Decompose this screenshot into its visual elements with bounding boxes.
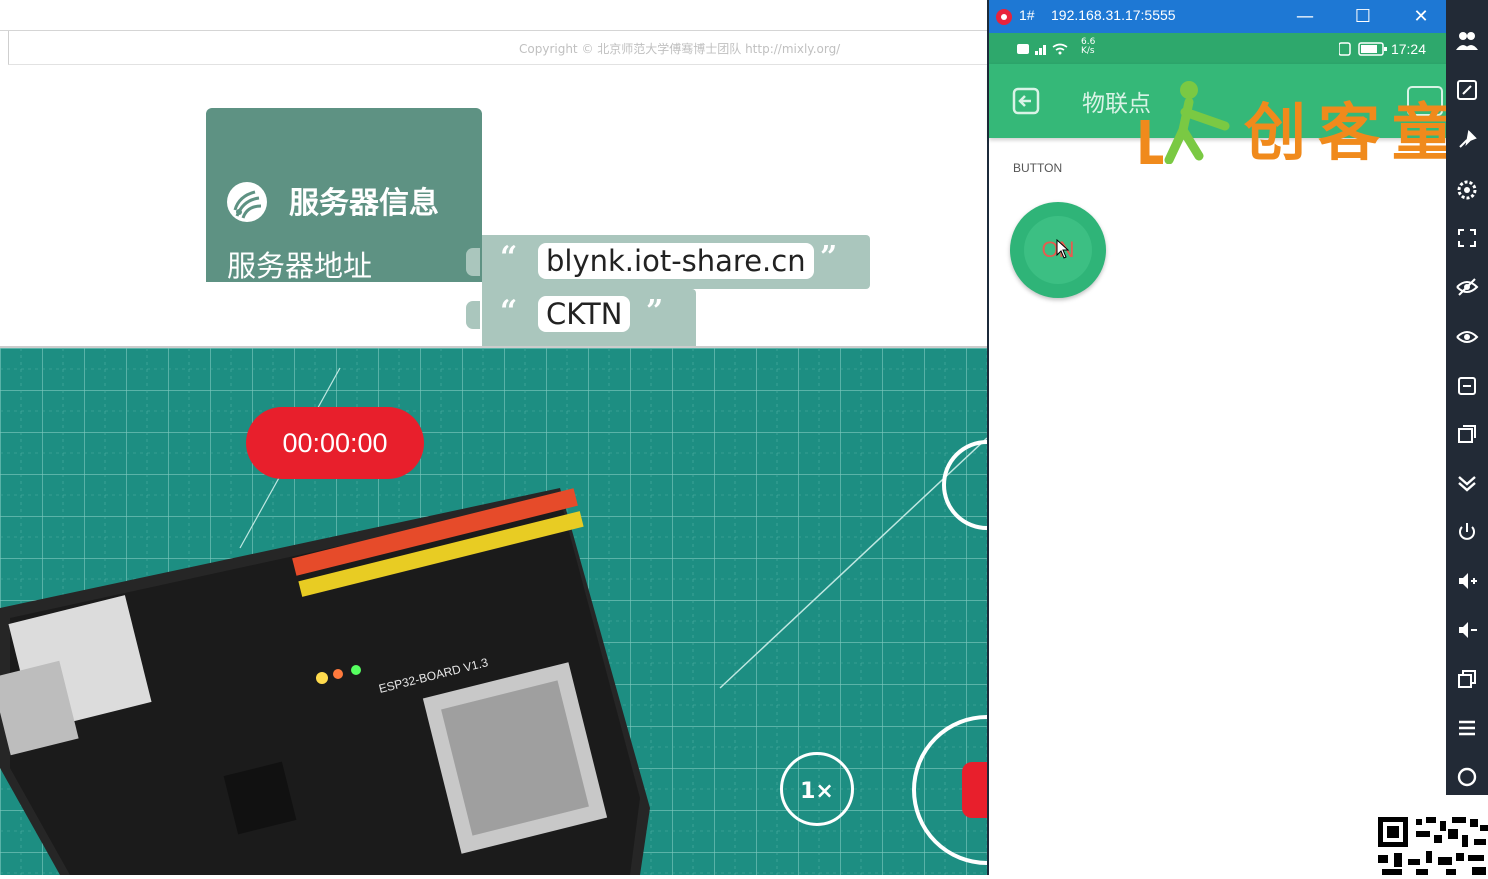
minus-box-icon[interactable] (1446, 366, 1488, 406)
app-logo-icon (996, 9, 1012, 25)
server-address-label: 服务器地址 (227, 249, 373, 283)
mouse-cursor-icon (1056, 239, 1070, 259)
brand-watermark: 创客童 (1139, 72, 1474, 169)
home-circle-icon[interactable] (1446, 757, 1488, 797)
record-indicator (962, 762, 987, 818)
ide-pane: Copyright © 北京师范大学傅骞博士团队 http://mixly.or… (0, 0, 987, 875)
users-icon[interactable] (1446, 20, 1488, 60)
chevron-double-down-icon[interactable] (1446, 463, 1488, 503)
android-status-bar: 6.6 K/s 17:24 (989, 33, 1448, 64)
menu-icon[interactable] (1446, 708, 1488, 748)
phone-mirror-window: 1# 192.168.31.17:5555 — ☐ ✕ 6.6 K/s 17:2… (987, 0, 1454, 875)
copyright-bar: Copyright © 北京师范大学傅骞博士团队 http://mixly.or… (8, 31, 987, 65)
brand-logo-icon (1140, 81, 1230, 164)
battery-icon (1339, 42, 1387, 56)
qr-code-graphic (1378, 817, 1488, 875)
widget-label: BUTTON (1013, 161, 1063, 175)
exit-project-icon[interactable] (1011, 86, 1041, 116)
recording-timer[interactable]: 00:00:00 (246, 407, 424, 479)
close-quote-icon: ” (820, 240, 838, 275)
device-address: 192.168.31.17:5555 (1051, 7, 1176, 23)
wifi-name-field[interactable]: CKTN (538, 296, 631, 332)
minimize-button[interactable]: — (1277, 0, 1333, 33)
block-title: 服务器信息 (289, 186, 439, 221)
power-icon[interactable] (1446, 512, 1488, 552)
wifi-input-connector (466, 301, 480, 329)
close-button[interactable]: ✕ (1393, 0, 1449, 33)
volume-down-icon[interactable] (1446, 610, 1488, 650)
eye-icon[interactable] (1446, 317, 1488, 357)
status-time: 17:24 (1390, 41, 1426, 57)
pin-icon[interactable] (1446, 120, 1488, 160)
qr-code (1376, 815, 1488, 875)
open-quote-icon: “ (500, 240, 518, 275)
settings-icon[interactable] (1446, 170, 1488, 210)
zoom-button[interactable]: 1× (780, 752, 854, 826)
ide-top-strip (0, 0, 987, 31)
brand-name: 创客童 (1244, 96, 1467, 169)
signal-wifi-icon (1017, 43, 1068, 55)
fullscreen-icon[interactable] (1446, 218, 1488, 258)
window-titlebar[interactable]: 1# 192.168.31.17:5555 — ☐ ✕ (989, 0, 1448, 33)
server-address-field[interactable]: blynk.iot-share.cn (538, 243, 814, 279)
wifi-name-label: Wi-Fi名称 (227, 302, 355, 336)
open-quote-icon: “ (500, 294, 518, 329)
copy-icon[interactable] (1446, 414, 1488, 454)
close-quote-icon: ” (646, 294, 664, 329)
espressif-icon (227, 182, 267, 222)
volume-up-icon[interactable] (1446, 561, 1488, 601)
mirror-toolbar (1446, 0, 1488, 795)
server-input-connector (466, 248, 480, 276)
edit-icon[interactable] (1446, 70, 1488, 110)
maximize-button[interactable]: ☐ (1335, 0, 1391, 33)
eye-hidden-icon[interactable] (1446, 267, 1488, 307)
copyright-text: Copyright © 北京师范大学傅骞博士团队 http://mixly.or… (519, 42, 841, 56)
network-speed: 6.6 K/s (1081, 37, 1096, 56)
windows-icon[interactable] (1446, 659, 1488, 699)
device-number: 1# (1019, 7, 1035, 23)
